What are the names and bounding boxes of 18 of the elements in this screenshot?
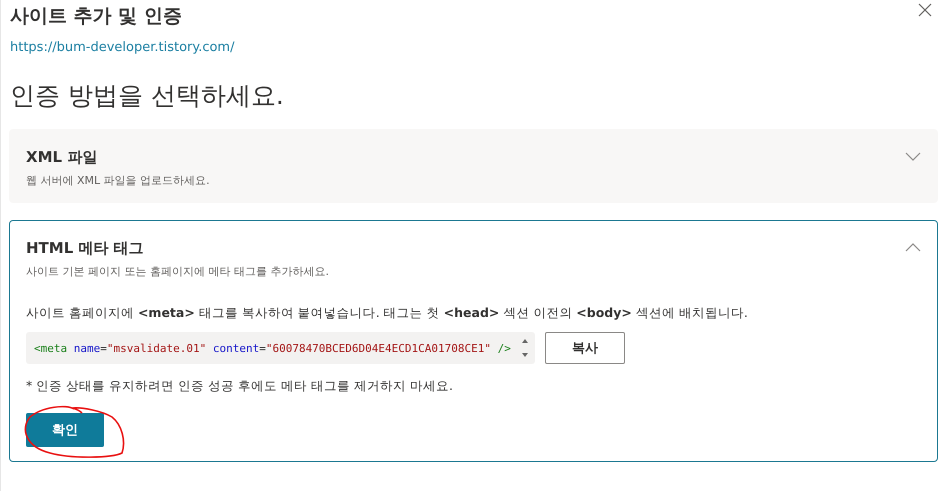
- method-panel[interactable]: XML 파일 웹 서버에 XML 파일을 업로드하세요.: [9, 129, 938, 203]
- meta-tag-code-field[interactable]: <meta name="msvalidate.01" content="60078470BCED6D04E4ECD1CA01708CE1" />: [26, 332, 535, 364]
- instruction-text: 사이트 홈페이지에 <meta> 태그를 복사하여 붙여넣습니다. 태그는 첫 <head> 섹션 이전의 <body> 섹션에 배치됩니다.: [26, 305, 749, 322]
- site-url: https://bum-developer.tistory.com/: [10, 40, 234, 55]
- close-icon[interactable]: [918, 3, 932, 17]
- confirm-button[interactable]: 확인: [26, 413, 104, 447]
- dialog-title: 사이트 추가 및 인증: [10, 4, 182, 29]
- spinner-arrows-icon[interactable]: [520, 337, 529, 359]
- chevron-down-icon[interactable]: [905, 152, 921, 161]
- method-description: 사이트 기본 페이지 또는 홈페이지에 메타 태그를 추가하세요.: [26, 264, 329, 279]
- copy-button[interactable]: 복사: [544, 332, 625, 364]
- method-title: XML 파일: [26, 148, 98, 167]
- chevron-up-icon[interactable]: [905, 243, 921, 252]
- method-description: 웹 서버에 XML 파일을 업로드하세요.: [26, 173, 210, 188]
- section-heading: 인증 방법을 선택하세요.: [10, 80, 285, 112]
- warning-note: * 인증 상태를 유지하려면 인증 성공 후에도 메타 태그를 제거하지 마세요.: [26, 378, 454, 395]
- method-panel[interactable]: [9, 220, 938, 462]
- method-title: HTML 메타 태그: [26, 239, 145, 258]
